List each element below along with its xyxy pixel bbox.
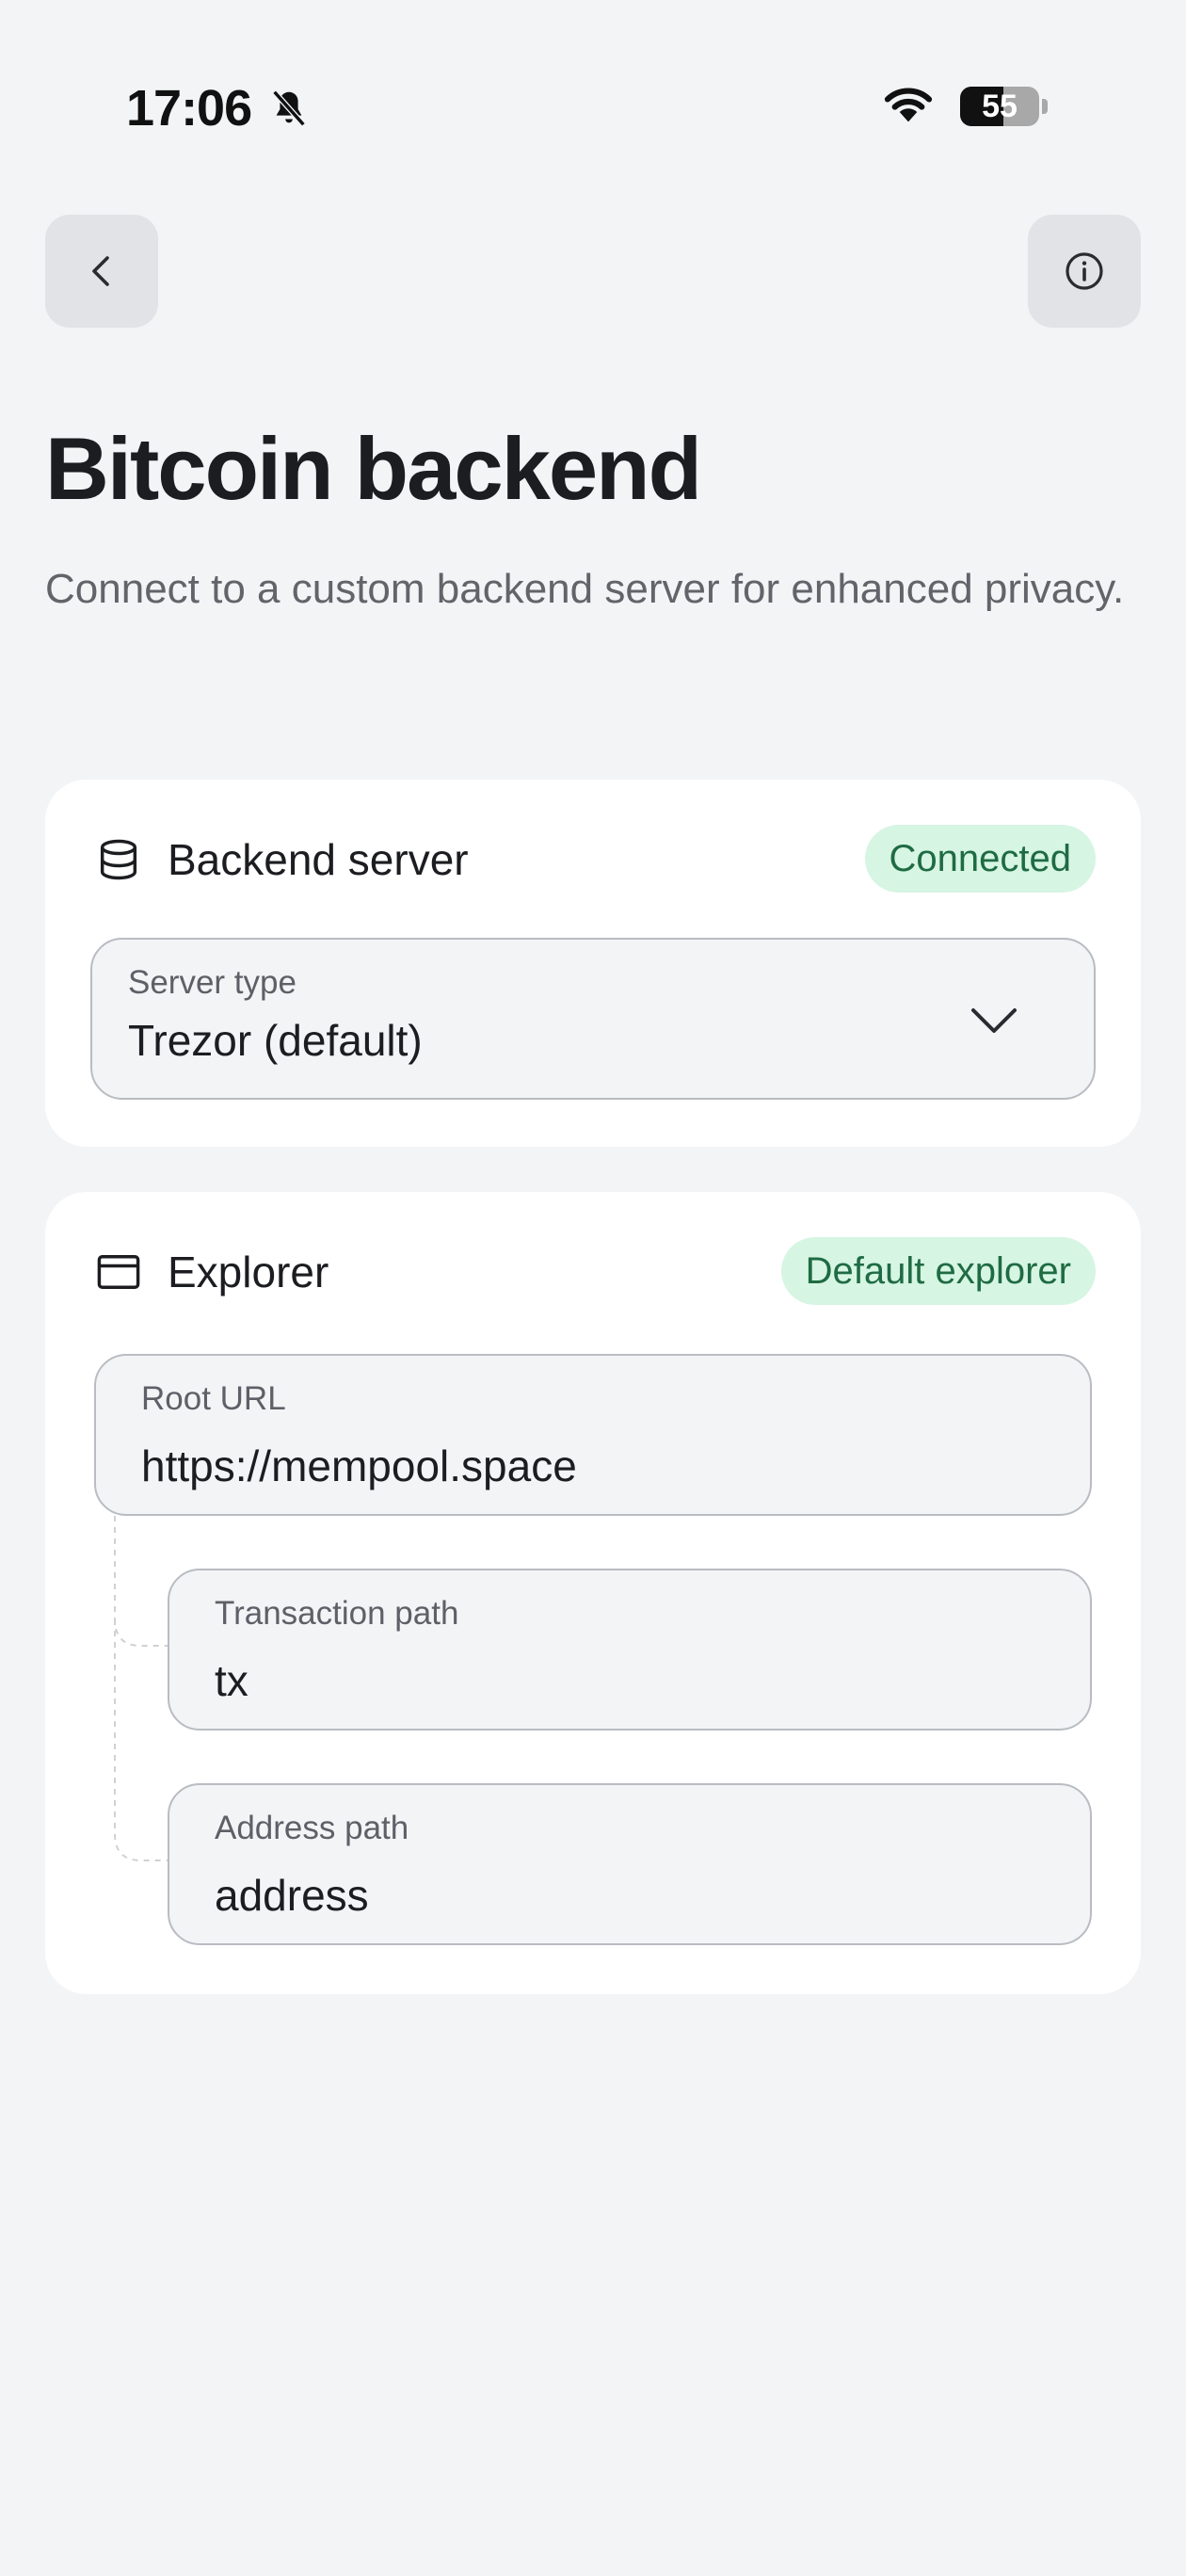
- chevron-down-icon: [971, 1008, 1017, 1033]
- database-icon: [100, 839, 137, 880]
- backend-server-title: Backend server: [168, 835, 469, 884]
- explorer-header: Explorer: [94, 1247, 329, 1297]
- address-path-value: address: [215, 1871, 369, 1920]
- transaction-path-label: Transaction path: [215, 1595, 459, 1632]
- transaction-path-value: tx: [215, 1656, 248, 1705]
- address-path-field[interactable]: Address path address: [168, 1783, 1092, 1945]
- battery-tip: [1042, 99, 1048, 114]
- browser-window-icon: [97, 1255, 140, 1289]
- explorer-status-badge: Default explorer: [780, 1237, 1096, 1305]
- transaction-path-field[interactable]: Transaction path tx: [168, 1569, 1092, 1731]
- server-type-select[interactable]: Server type Trezor (default): [90, 938, 1096, 1100]
- explorer-card: Explorer Default explorer Root URL https…: [45, 1192, 1141, 1994]
- bell-muted-icon: [272, 89, 306, 127]
- server-type-value: Trezor (default): [128, 1016, 423, 1065]
- backend-server-header: Backend server: [94, 834, 469, 885]
- page-title: Bitcoin backend: [45, 419, 702, 518]
- backend-server-card: Backend server Connected Server type Tre…: [45, 780, 1141, 1147]
- explorer-title: Explorer: [168, 1248, 329, 1296]
- battery-body: 55: [960, 87, 1039, 126]
- server-type-label: Server type: [128, 964, 296, 1001]
- root-url-value: https://mempool.space: [141, 1441, 577, 1490]
- connection-status-badge: Connected: [864, 825, 1096, 893]
- battery-level: 55: [982, 89, 1018, 124]
- chevron-left-icon: [92, 256, 109, 286]
- root-url-field[interactable]: Root URL https://mempool.space: [94, 1354, 1092, 1516]
- status-time: 17:06: [126, 80, 252, 137]
- back-button[interactable]: [45, 215, 158, 328]
- info-button[interactable]: [1028, 215, 1141, 328]
- status-bar: 17:06 55: [0, 0, 1186, 217]
- address-path-label: Address path: [215, 1810, 409, 1846]
- root-url-label: Root URL: [141, 1380, 286, 1417]
- wifi-icon: [884, 88, 933, 122]
- info-icon: [1066, 252, 1103, 290]
- battery-indicator: 55: [960, 87, 1048, 126]
- page-subtitle: Connect to a custom backend server for e…: [45, 566, 1125, 612]
